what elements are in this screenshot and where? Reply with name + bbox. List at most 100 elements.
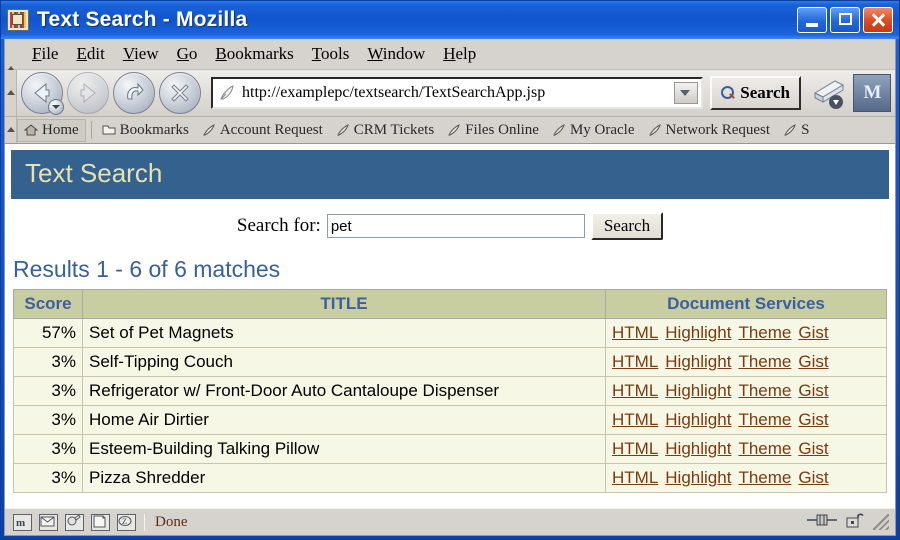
link-highlight[interactable]: Highlight	[665, 323, 731, 342]
results-heading: Results 1 - 6 of 6 matches	[13, 256, 895, 283]
window-title: Text Search - Mozilla	[37, 8, 797, 32]
toolbar-search-button[interactable]: Search	[710, 76, 801, 110]
address-bar[interactable]: http://examplepc/textsearch/TextSearchAp…	[211, 77, 703, 109]
table-row: 57% Set of Pet Magnets HTML Highlight Them…	[14, 319, 887, 348]
bookmark-icon	[336, 123, 350, 137]
link-theme[interactable]: Theme	[738, 410, 791, 429]
link-html[interactable]: HTML	[612, 352, 658, 371]
bookmark-item-network-request[interactable]: Network Request	[642, 120, 777, 141]
stop-button[interactable]	[159, 72, 201, 114]
bookmark-item-files-online[interactable]: Files Online	[441, 120, 545, 141]
menu-bookmarks[interactable]: Bookmarks	[206, 42, 302, 66]
menu-view[interactable]: View	[114, 42, 168, 66]
forward-button[interactable]	[67, 72, 109, 114]
search-input[interactable]	[327, 214, 585, 238]
link-highlight[interactable]: Highlight	[665, 410, 731, 429]
link-gist[interactable]: Gist	[798, 439, 828, 458]
bookmark-icon	[783, 123, 797, 137]
bookmark-label-crm-tickets: CRM Tickets	[354, 122, 434, 139]
link-gist[interactable]: Gist	[798, 352, 828, 371]
page-title: Text Search	[11, 150, 889, 199]
cell-score: 57%	[14, 319, 83, 348]
home-icon	[24, 123, 38, 137]
reload-button[interactable]	[113, 72, 155, 114]
link-html[interactable]: HTML	[612, 468, 658, 487]
browser-icon[interactable]: m	[13, 514, 32, 531]
table-row: 3% Self-Tipping Couch HTMLHighlightTheme…	[14, 348, 887, 377]
link-gist[interactable]: Gist	[798, 410, 828, 429]
link-html[interactable]: HTML	[612, 381, 658, 400]
window-resize-grip[interactable]	[873, 514, 889, 530]
bookmark-item-truncated[interactable]: S	[777, 120, 815, 141]
bookmark-icon	[648, 123, 662, 137]
column-header-score: Score	[14, 290, 83, 319]
composer-icon[interactable]	[65, 514, 84, 531]
minimize-button[interactable]	[797, 7, 827, 33]
close-button[interactable]	[863, 7, 893, 33]
bookmarks-toolbar: Home Bookmarks Account Request CRM Ti	[5, 117, 895, 144]
menu-edit[interactable]: Edit	[67, 42, 113, 66]
cell-title: Refrigerator w/ Front-Door Auto Cantalou…	[83, 377, 606, 406]
bookmark-label-home: Home	[42, 122, 79, 139]
search-label: Search for:	[237, 215, 321, 237]
table-header-row: Score TITLE Document Services	[14, 290, 887, 319]
bookmark-item-home[interactable]: Home	[17, 119, 86, 142]
throbber-icon[interactable]: M	[853, 74, 891, 112]
menu-window[interactable]: Window	[358, 42, 434, 66]
bookmark-item-crm-tickets[interactable]: CRM Tickets	[330, 120, 440, 141]
link-theme[interactable]: Theme	[738, 439, 791, 458]
bookmark-item-my-oracle[interactable]: My Oracle	[546, 120, 641, 141]
table-row: 3% Esteem-Building Talking Pillow HTMLHi…	[14, 435, 887, 464]
bookmark-icon	[447, 123, 461, 137]
cell-score: 3%	[14, 464, 83, 493]
bookmark-label-files-online: Files Online	[465, 122, 539, 139]
cell-title: Set of Pet Magnets	[83, 319, 606, 348]
unlocked-padlock-icon[interactable]	[846, 511, 864, 533]
column-header-title: TITLE	[83, 290, 606, 319]
cell-document-services: HTML Highlight Theme Gist	[606, 377, 887, 406]
link-theme[interactable]: Theme	[738, 468, 791, 487]
nav-toolbar-grippy[interactable]	[5, 70, 17, 116]
link-html[interactable]: HTML	[612, 410, 658, 429]
search-form: Search for: Search	[5, 212, 895, 240]
link-highlight[interactable]: Highlight	[665, 381, 731, 400]
link-theme[interactable]: Theme	[738, 381, 791, 400]
mail-icon[interactable]	[39, 514, 58, 531]
cell-score: 3%	[14, 348, 83, 377]
table-row: 3% Home Air Dirtier HTMLHighlightThemeGi…	[14, 406, 887, 435]
link-highlight[interactable]: Highlight	[665, 468, 731, 487]
cell-title: Home Air Dirtier	[83, 406, 606, 435]
cell-title: Esteem-Building Talking Pillow	[83, 435, 606, 464]
back-history-dropdown-icon[interactable]	[48, 99, 64, 115]
link-highlight[interactable]: Highlight	[665, 352, 731, 371]
link-gist[interactable]: Gist	[798, 381, 828, 400]
title-bar: Text Search - Mozilla	[1, 1, 899, 39]
search-submit-button[interactable]: Search	[591, 212, 663, 240]
bookmarks-separator	[91, 121, 92, 139]
column-header-document-services: Document Services	[606, 290, 887, 319]
bookmark-item-account-request[interactable]: Account Request	[196, 120, 329, 141]
addressbook-icon[interactable]	[91, 514, 110, 531]
address-bar-url[interactable]: http://examplepc/textsearch/TextSearchAp…	[240, 84, 674, 102]
link-theme[interactable]: Theme	[738, 352, 791, 371]
link-html[interactable]: HTML	[612, 439, 658, 458]
page-content: Text Search Search for: Search Results 1…	[5, 144, 895, 508]
back-button[interactable]	[21, 72, 63, 114]
link-gist[interactable]: Gist	[798, 468, 828, 487]
menu-file[interactable]: File	[23, 42, 67, 66]
print-button[interactable]	[805, 73, 851, 113]
address-dropdown-button[interactable]	[674, 82, 698, 104]
link-highlight[interactable]: Highlight	[665, 439, 731, 458]
link-gist[interactable]: Gist	[798, 323, 828, 342]
menu-tools[interactable]: Tools	[303, 42, 359, 66]
link-html[interactable]: HTML	[612, 323, 658, 342]
menu-help[interactable]: Help	[434, 42, 485, 66]
maximize-button[interactable]	[830, 7, 860, 33]
navigation-toolbar: http://examplepc/textsearch/TextSearchAp…	[5, 70, 895, 117]
bookmark-item-bookmarks[interactable]: Bookmarks	[96, 120, 195, 141]
menu-go[interactable]: Go	[168, 42, 207, 66]
svg-text:m: m	[16, 517, 25, 528]
bookmarks-toolbar-grippy[interactable]	[5, 117, 17, 143]
irc-icon[interactable]: Z	[117, 514, 136, 531]
link-theme[interactable]: Theme	[738, 323, 791, 342]
